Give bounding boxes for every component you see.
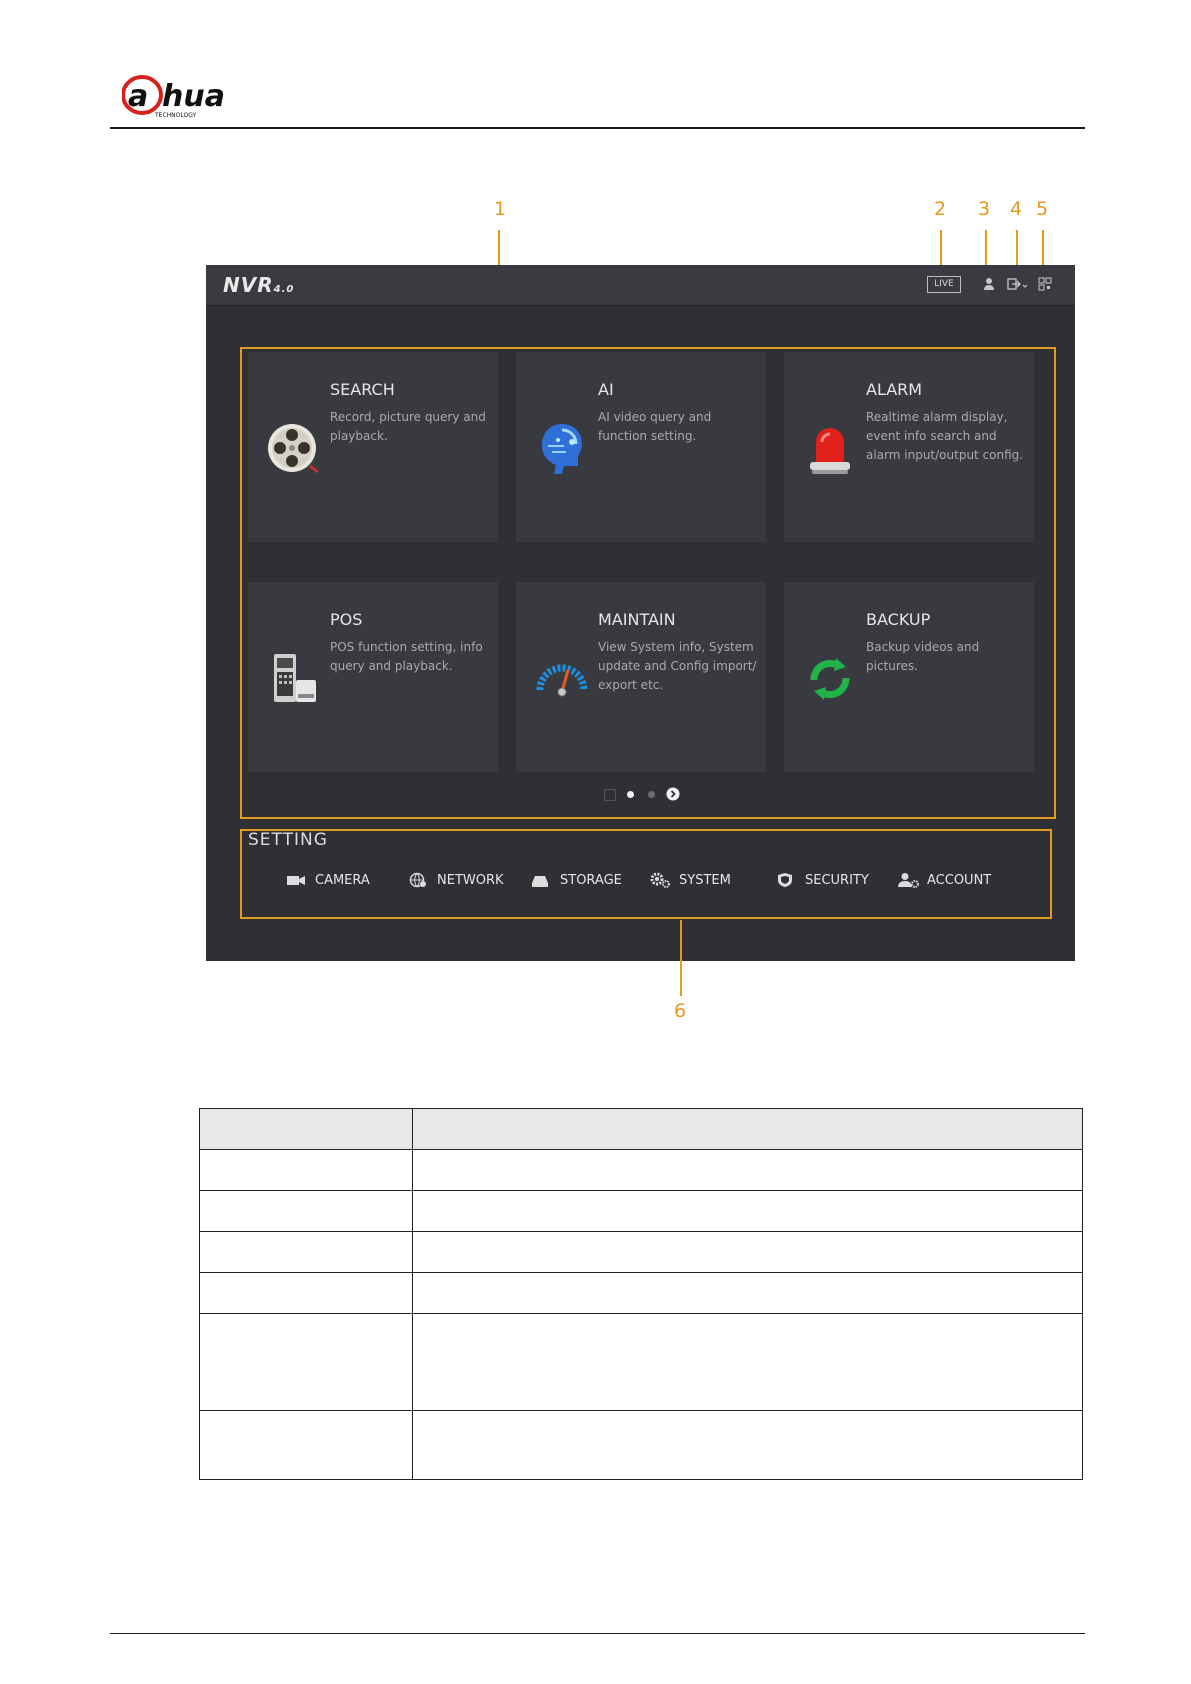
nvr-logo: NVR4.0 bbox=[223, 273, 295, 297]
setting-system[interactable]: SYSTEM bbox=[650, 872, 731, 888]
table-row bbox=[199, 1272, 1083, 1314]
network-globe-icon bbox=[408, 872, 428, 888]
description-table bbox=[199, 1108, 1083, 1480]
live-button[interactable]: LIVE bbox=[927, 276, 961, 293]
user-icon[interactable] bbox=[982, 277, 996, 291]
svg-text:a: a bbox=[128, 79, 148, 114]
setting-label: NETWORK bbox=[437, 872, 504, 888]
table-cell bbox=[199, 1190, 413, 1232]
table-header-row bbox=[199, 1108, 1083, 1150]
table-cell bbox=[412, 1149, 1083, 1191]
setting-label: SYSTEM bbox=[679, 872, 731, 888]
dahua-logo: a hua TECHNOLOGY bbox=[121, 70, 262, 120]
table-row bbox=[199, 1190, 1083, 1232]
camera-icon bbox=[286, 872, 306, 888]
qr-code-icon[interactable] bbox=[1038, 277, 1052, 291]
callout-2: 2 bbox=[934, 198, 947, 220]
table-cell bbox=[412, 1272, 1083, 1314]
table-cell bbox=[199, 1272, 413, 1314]
setting-account[interactable]: ACCOUNT bbox=[898, 872, 991, 888]
table-cell bbox=[412, 1231, 1083, 1273]
callout-4: 4 bbox=[1010, 198, 1023, 220]
table-cell bbox=[412, 1313, 1083, 1411]
setting-label: ACCOUNT bbox=[927, 872, 992, 888]
table-cell bbox=[199, 1410, 413, 1480]
table-header-cell bbox=[199, 1108, 413, 1150]
callout-line-6 bbox=[680, 920, 682, 996]
header-rule bbox=[110, 127, 1085, 129]
account-icon bbox=[898, 872, 919, 888]
table-cell bbox=[412, 1190, 1083, 1232]
callout-3: 3 bbox=[978, 198, 991, 220]
callout-6: 6 bbox=[674, 1000, 687, 1022]
table-cell bbox=[412, 1410, 1083, 1480]
table-cell bbox=[199, 1313, 413, 1411]
setting-storage[interactable]: STORAGE bbox=[531, 872, 622, 888]
setting-camera[interactable]: CAMERA bbox=[286, 872, 370, 888]
table-header-cell bbox=[412, 1108, 1083, 1150]
table-cell bbox=[199, 1231, 413, 1273]
gears-icon bbox=[650, 872, 670, 888]
table-row bbox=[199, 1231, 1083, 1273]
setting-title: SETTING bbox=[248, 830, 328, 850]
setting-security[interactable]: SECURITY bbox=[776, 872, 869, 888]
highlight-main-menu bbox=[240, 347, 1056, 819]
table-row bbox=[199, 1410, 1083, 1480]
storage-drive-icon bbox=[531, 872, 551, 888]
setting-label: CAMERA bbox=[315, 872, 370, 888]
table-cell bbox=[199, 1149, 413, 1191]
setting-label: SECURITY bbox=[805, 872, 869, 888]
callout-5: 5 bbox=[1036, 198, 1049, 220]
table-row bbox=[199, 1149, 1083, 1191]
shield-icon bbox=[776, 872, 796, 888]
setting-network[interactable]: NETWORK bbox=[408, 872, 504, 888]
setting-label: STORAGE bbox=[560, 872, 622, 888]
table-row bbox=[199, 1313, 1083, 1411]
callout-1: 1 bbox=[494, 198, 507, 220]
top-bar: NVR4.0 LIVE bbox=[206, 265, 1075, 306]
footer-rule bbox=[110, 1633, 1085, 1634]
logout-icon[interactable] bbox=[1007, 277, 1029, 291]
svg-text:TECHNOLOGY: TECHNOLOGY bbox=[154, 112, 197, 119]
svg-text:hua: hua bbox=[162, 79, 225, 114]
